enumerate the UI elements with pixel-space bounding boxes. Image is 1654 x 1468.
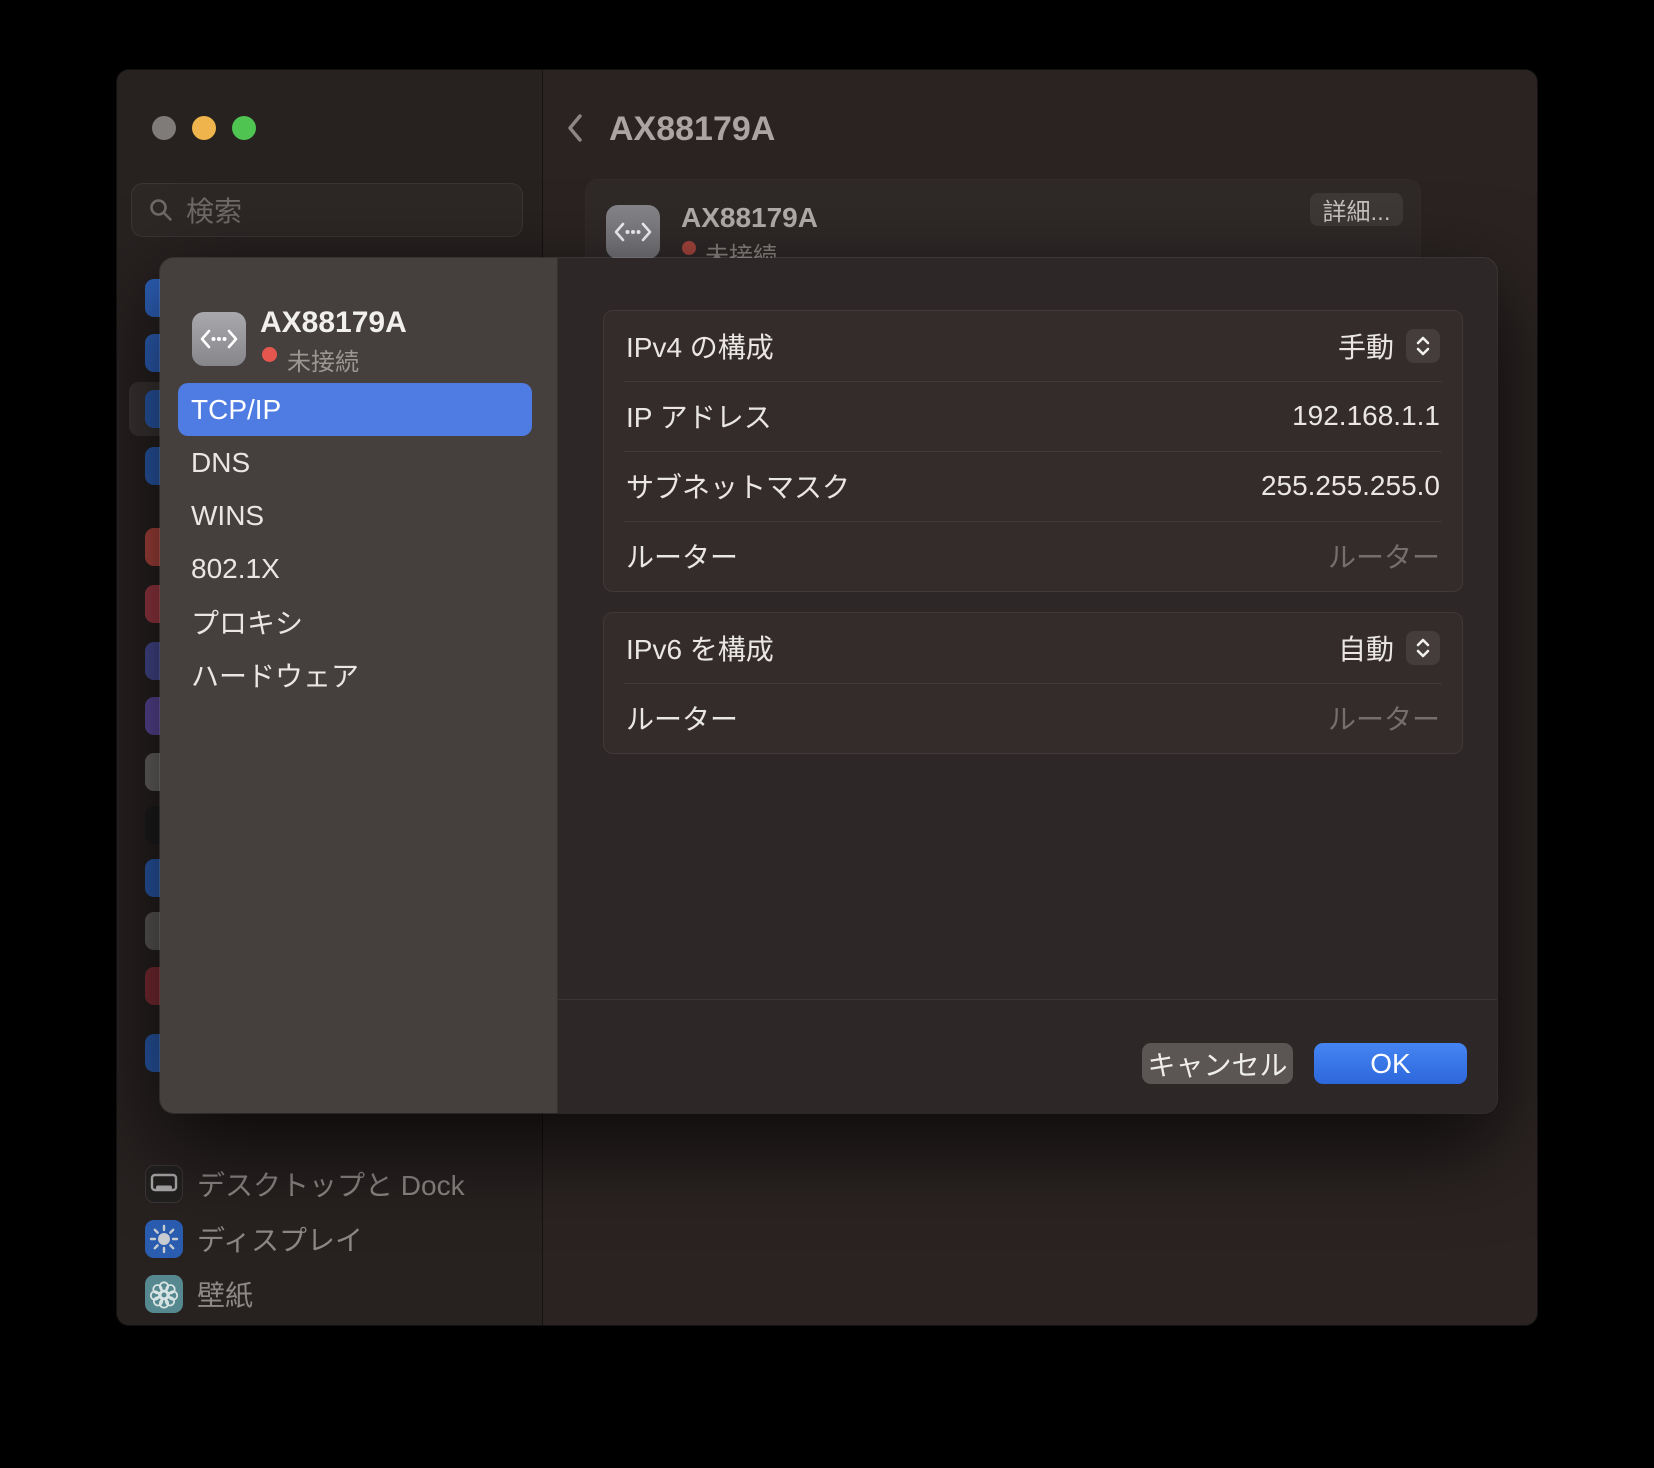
ipv6-router-row: ルーター ルーター [604,683,1462,753]
subnet-mask-label: サブネットマスク [626,466,850,506]
sidebar-item-label: デスクトップと Dock [197,1164,465,1204]
ipv4-config-popup-stepper[interactable] [1406,329,1440,363]
ipv6-router-field[interactable]: ルーター [1328,698,1440,738]
tcpip-settings-sheet: AX88179A 未接続 TCP/IP DNS WINS 802.1X プロキシ… [160,258,1497,1113]
ipv6-settings-group: IPv6 を構成 自動 ルーター ルーター [603,612,1463,754]
display-icon [145,1220,183,1258]
ok-button[interactable]: OK [1314,1043,1467,1084]
ipv4-router-field[interactable]: ルーター [1328,536,1440,576]
ipv4-config-label: IPv4 の構成 [626,326,774,366]
ipv4-router-row: ルーター ルーター [604,521,1462,591]
sidebar-search-field[interactable]: 検索 [131,183,523,237]
ip-address-field[interactable]: 192.168.1.1 [1292,400,1440,432]
ipv6-config-popup-stepper[interactable] [1406,631,1440,665]
screen: 検索 [0,0,1654,1468]
cancel-button[interactable]: キャンセル [1142,1043,1293,1084]
window-close-button[interactable] [152,116,176,140]
tab-proxy[interactable]: プロキシ [178,595,532,648]
device-name: AX88179A [681,202,818,234]
ipv6-router-label: ルーター [626,698,738,738]
status-text: 未接続 [287,342,359,377]
tab-dns[interactable]: DNS [178,436,532,489]
sheet-sidebar: AX88179A 未接続 TCP/IP DNS WINS 802.1X プロキシ… [160,258,558,1113]
sidebar-item-label: 壁紙 [197,1274,253,1314]
button-bar-divider [558,999,1497,1000]
wallpaper-icon [145,1275,183,1313]
ethernet-adapter-icon [606,205,660,259]
sheet-tab-list: TCP/IP DNS WINS 802.1X プロキシ ハードウェア [178,383,532,701]
chevron-up-down-icon [1413,335,1433,357]
device-name: AX88179A [260,306,407,340]
subnet-mask-row: サブネットマスク 255.255.255.0 [604,451,1462,521]
window-minimize-button[interactable] [192,116,216,140]
ipv4-settings-group: IPv4 の構成 手動 IP アドレス 192.168.1.1 サブネットマスク [603,310,1463,592]
status-dot [262,347,277,362]
details-button[interactable]: 詳細... [1310,193,1403,226]
sidebar-item-label: ディスプレイ [197,1219,363,1259]
sidebar-item-display[interactable]: ディスプレイ [145,1220,363,1258]
sidebar-item-desktop-dock[interactable]: デスクトップと Dock [145,1165,465,1203]
ipv4-config-value: 手動 [1338,326,1394,366]
back-button[interactable] [565,113,585,143]
search-placeholder: 検索 [186,190,242,230]
ipv6-config-row: IPv6 を構成 自動 [604,613,1462,683]
ipv6-config-label: IPv6 を構成 [626,628,774,668]
ipv4-router-label: ルーター [626,536,738,576]
page-title: AX88179A [609,110,775,149]
status-dot [682,241,696,255]
ipv4-config-row: IPv4 の構成 手動 [604,311,1462,381]
tab-wins[interactable]: WINS [178,489,532,542]
tab-tcpip[interactable]: TCP/IP [178,383,532,436]
ethernet-adapter-icon [192,312,246,366]
ip-address-label: IP アドレス [626,396,772,436]
window-zoom-button[interactable] [232,116,256,140]
desktop-dock-icon [145,1165,183,1203]
tab-hardware[interactable]: ハードウェア [178,648,532,701]
ipv6-config-value: 自動 [1338,628,1394,668]
ip-address-row: IP アドレス 192.168.1.1 [604,381,1462,451]
sidebar-item-wallpaper[interactable]: 壁紙 [145,1275,253,1313]
tab-8021x[interactable]: 802.1X [178,542,532,595]
search-icon [148,197,174,223]
chevron-up-down-icon [1413,637,1433,659]
subnet-mask-field[interactable]: 255.255.255.0 [1261,470,1440,502]
